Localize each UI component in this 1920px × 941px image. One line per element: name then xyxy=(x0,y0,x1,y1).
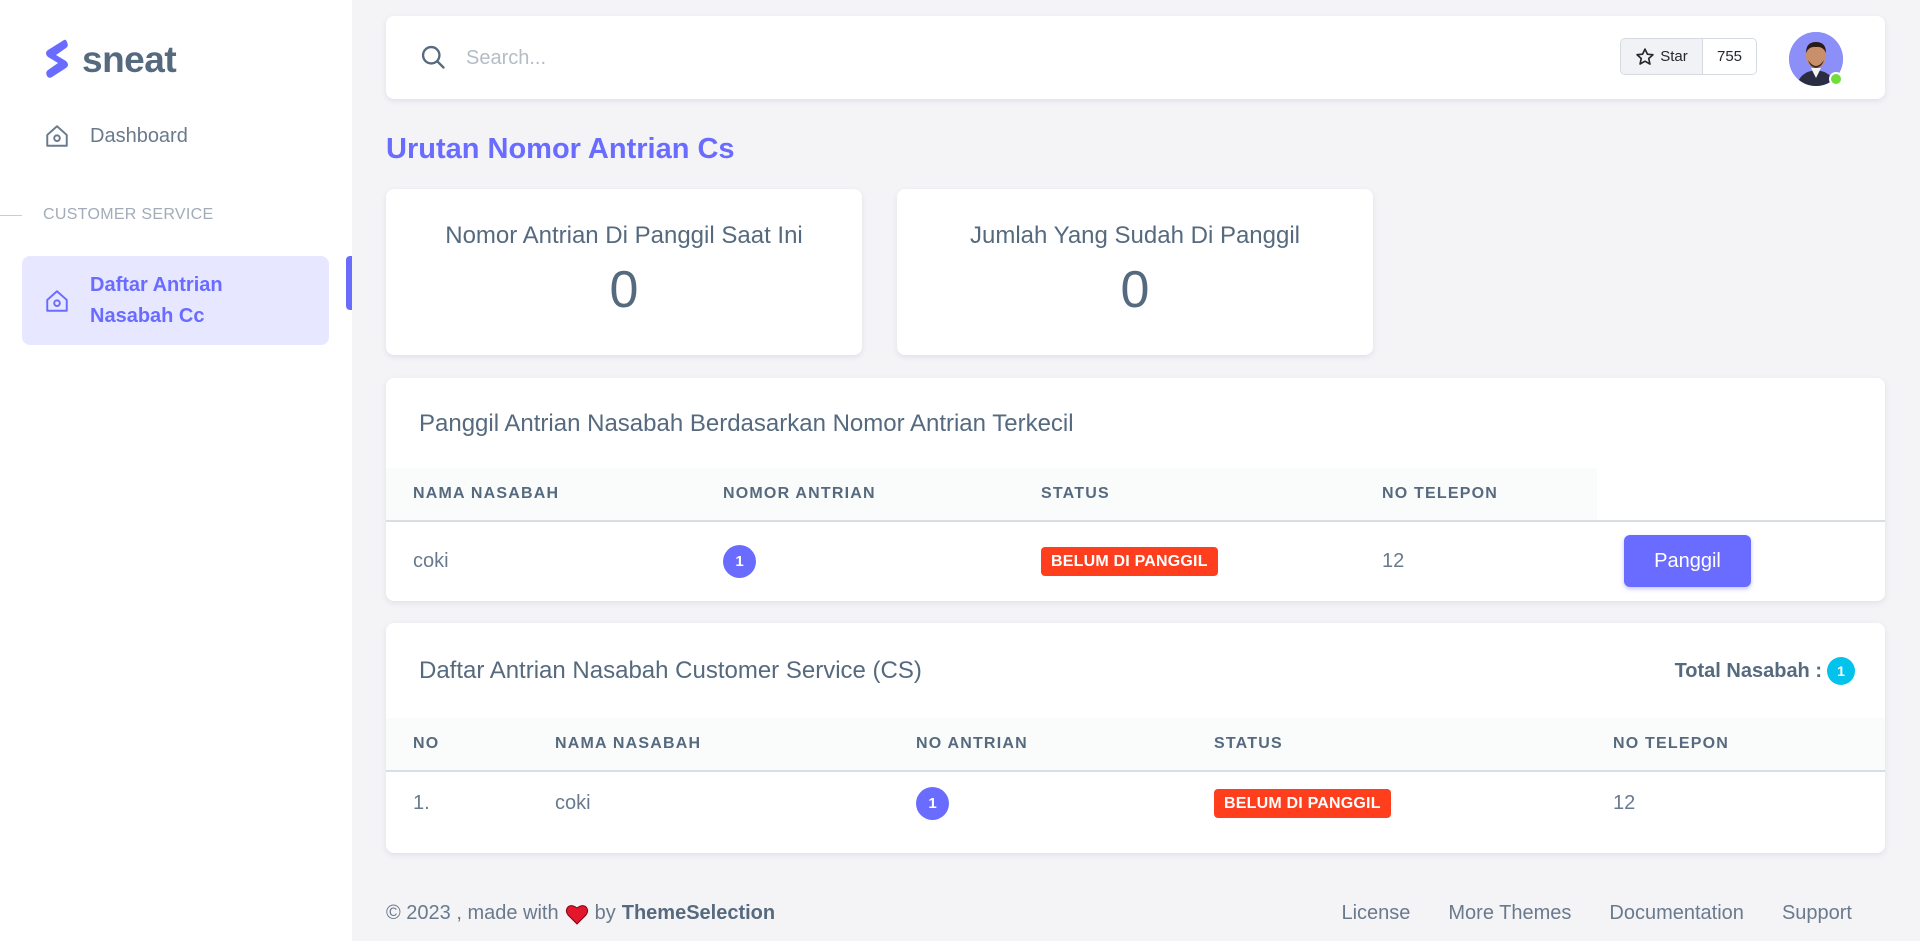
star-count[interactable]: 755 xyxy=(1703,39,1756,74)
table-row: 1. coki 1 BELUM DI PANGGIL 12 xyxy=(386,771,1885,834)
sidebar-section-header: CUSTOMER SERVICE xyxy=(0,206,213,224)
total-nasabah: Total Nasabah : 1 xyxy=(1675,657,1855,685)
column-header: NAMA NASABAH xyxy=(528,718,889,772)
column-header-empty xyxy=(1597,468,1885,522)
queue-list-card: Daftar Antrian Nasabah Customer Service … xyxy=(386,623,1885,853)
stat-label: Nomor Antrian Di Panggil Saat Ini xyxy=(445,222,803,249)
stat-card-called-count: Jumlah Yang Sudah Di Panggil 0 xyxy=(897,189,1373,355)
cell-status: BELUM DI PANGGIL xyxy=(1187,771,1586,834)
table-row: coki 1 BELUM DI PANGGIL 12 Panggil xyxy=(386,521,1885,600)
themeselection-link[interactable]: ThemeSelection xyxy=(622,902,775,925)
cell-name: coki xyxy=(413,549,449,572)
heart-icon xyxy=(565,904,588,925)
column-header: NO xyxy=(386,718,528,772)
home-icon xyxy=(46,289,68,312)
github-star-widget: Star 755 xyxy=(1620,38,1757,75)
panggil-button[interactable]: Panggil xyxy=(1624,535,1751,587)
online-status-dot xyxy=(1829,72,1843,86)
sidebar-item-daftar-antrian[interactable]: Daftar Antrian Nasabah Cc xyxy=(22,256,329,345)
call-table: NAMA NASABAH NOMOR ANTRIAN STATUS NO TEL… xyxy=(386,468,1885,600)
stat-label: Jumlah Yang Sudah Di Panggil xyxy=(970,222,1300,249)
sidebar-item-dashboard[interactable]: Dashboard xyxy=(44,123,188,149)
column-header: NO TELEPON xyxy=(1355,468,1597,522)
stat-value: 0 xyxy=(609,261,639,319)
total-label: Total Nasabah : xyxy=(1674,659,1822,682)
sneat-logo-icon xyxy=(46,39,68,78)
column-header: STATUS xyxy=(1014,468,1355,522)
sidebar: sneat Dashboard CUSTOMER SERVICE Daftar … xyxy=(0,0,352,941)
column-header: NAMA NASABAH xyxy=(386,468,696,522)
page-title: Urutan Nomor Antrian Cs xyxy=(386,133,735,165)
by-text: by xyxy=(594,902,616,924)
card-title: Daftar Antrian Nasabah Customer Service … xyxy=(419,657,922,684)
brand-name: sneat xyxy=(82,39,177,80)
star-icon xyxy=(1636,47,1654,65)
search-icon xyxy=(421,45,445,69)
footer-link-license[interactable]: License xyxy=(1341,902,1410,925)
table-header-row: NAMA NASABAH NOMOR ANTRIAN STATUS NO TEL… xyxy=(386,468,1885,522)
cell-number: 1 xyxy=(696,521,1014,600)
call-queue-card: Panggil Antrian Nasabah Berdasarkan Nomo… xyxy=(386,378,1885,601)
footer-credit: © 2023 , made with by ThemeSelection xyxy=(386,902,775,925)
label-line-2: Nasabah Cc xyxy=(90,304,205,327)
active-indicator xyxy=(346,256,352,310)
status-badge: BELUM DI PANGGIL xyxy=(1214,788,1391,818)
section-divider xyxy=(0,214,22,216)
column-header: NOMOR ANTRIAN xyxy=(696,468,1014,522)
footer-link-more-themes[interactable]: More Themes xyxy=(1448,902,1571,925)
brand[interactable]: sneat xyxy=(42,38,177,82)
stat-value: 0 xyxy=(1120,261,1150,319)
top-navbar: Star 755 xyxy=(386,16,1885,99)
queue-number-badge: 1 xyxy=(723,544,756,578)
queue-table: NO NAMA NASABAH NO ANTRIAN STATUS NO TEL… xyxy=(386,718,1885,834)
footer-link-documentation[interactable]: Documentation xyxy=(1609,902,1744,925)
copyright-text: © 2023 , made with xyxy=(386,902,559,924)
cell-name: coki xyxy=(555,791,591,814)
footer: © 2023 , made with by ThemeSelection Lic… xyxy=(386,902,1852,925)
footer-link-support[interactable]: Support xyxy=(1782,902,1852,925)
cell-phone: 12 xyxy=(1382,549,1405,572)
label-line-1: Daftar Antrian xyxy=(90,273,223,296)
star-label: Star xyxy=(1660,48,1688,65)
sidebar-item-label: Daftar Antrian Nasabah Cc xyxy=(90,270,223,332)
footer-links: License More Themes Documentation Suppor… xyxy=(1341,902,1852,925)
section-header-label: CUSTOMER SERVICE xyxy=(43,206,214,223)
star-button[interactable]: Star xyxy=(1621,39,1703,74)
table-header-row: NO NAMA NASABAH NO ANTRIAN STATUS NO TEL… xyxy=(386,718,1885,772)
search-input[interactable] xyxy=(466,40,766,76)
queue-number-badge: 1 xyxy=(916,786,949,820)
total-count-badge: 1 xyxy=(1827,657,1855,685)
cell-action: Panggil xyxy=(1597,521,1885,600)
column-header: NO TELEPON xyxy=(1586,718,1885,772)
cell-phone: 12 xyxy=(1613,791,1636,814)
cell-no: 1. xyxy=(413,791,430,814)
cell-status: BELUM DI PANGGIL xyxy=(1014,521,1355,600)
column-header: STATUS xyxy=(1187,718,1586,772)
home-icon xyxy=(46,125,68,147)
stat-card-current-number: Nomor Antrian Di Panggil Saat Ini 0 xyxy=(386,189,862,355)
column-header: NO ANTRIAN xyxy=(889,718,1187,772)
status-badge: BELUM DI PANGGIL xyxy=(1041,546,1218,576)
card-title: Panggil Antrian Nasabah Berdasarkan Nomo… xyxy=(419,410,1074,437)
sidebar-item-label: Dashboard xyxy=(90,124,188,147)
cell-number: 1 xyxy=(889,771,1187,834)
